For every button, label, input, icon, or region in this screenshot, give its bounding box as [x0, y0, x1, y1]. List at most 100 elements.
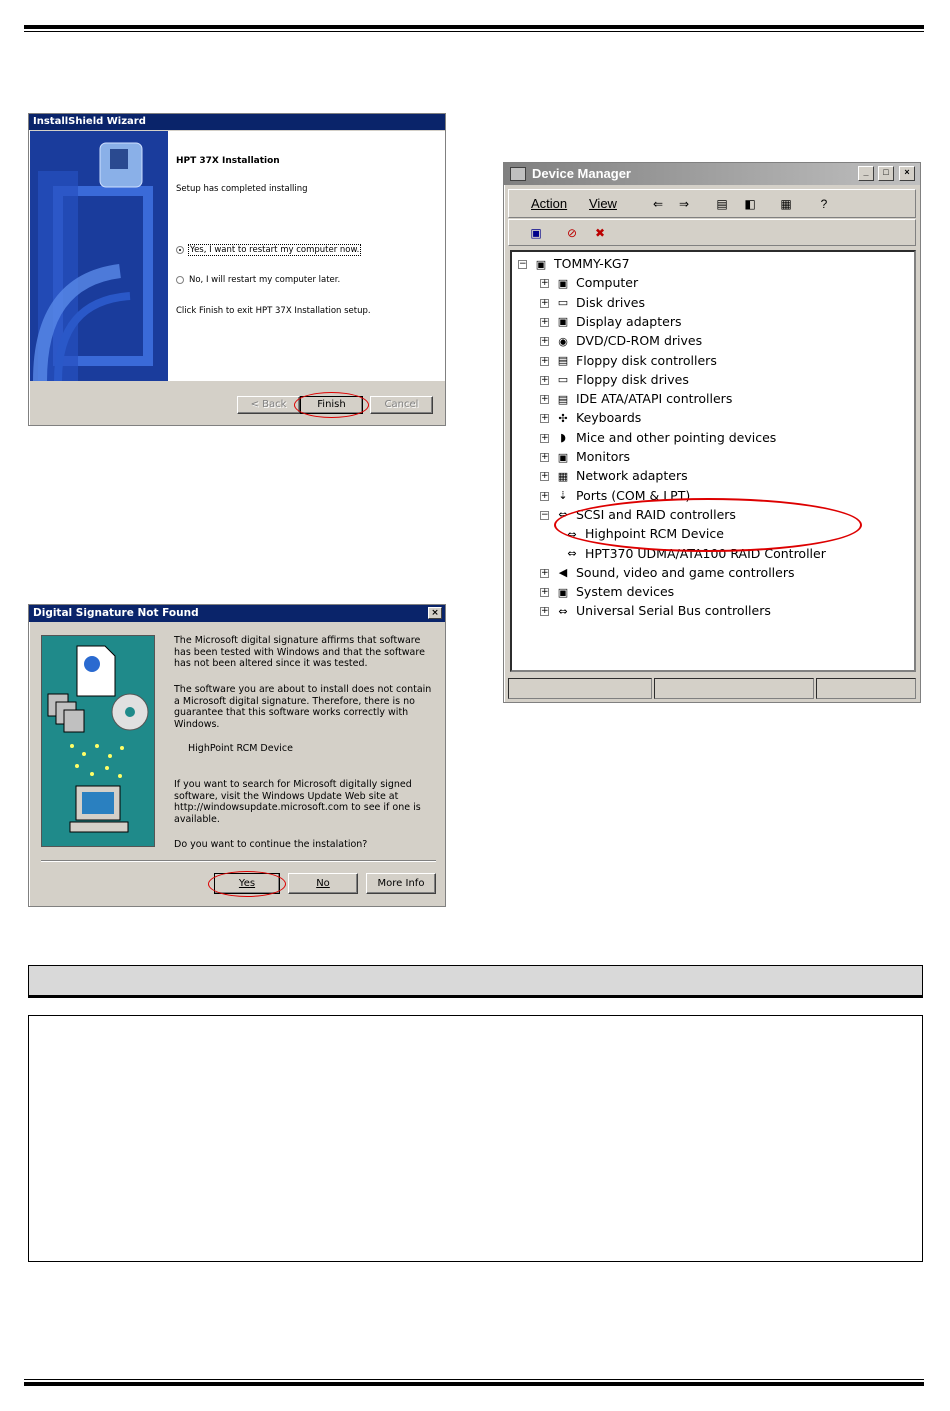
console-tree-icon[interactable]: ◧ — [741, 196, 759, 212]
digsig-device-name: HighPoint RCM Device — [188, 743, 293, 754]
device-manager-window: Device Manager _ □ × Action View ⇐ ⇒ ▤ ◧… — [503, 162, 921, 703]
expand-icon[interactable]: + — [540, 395, 549, 405]
radio-restart-later[interactable]: No, I will restart my computer later. — [176, 275, 340, 285]
tree-item-label: System devices — [576, 584, 675, 600]
expand-icon[interactable]: + — [540, 414, 549, 424]
tree-item-label: Network adapters — [576, 468, 688, 484]
cancel-button[interactable]: Cancel — [370, 396, 433, 414]
digsig-question: Do you want to continue the instalation? — [174, 839, 368, 850]
usb-icon: ⇔ — [558, 604, 568, 618]
tree-item-label: IDE ATA/ATAPI controllers — [576, 391, 733, 407]
network-adapter-icon: ▦ — [557, 469, 569, 483]
device-tree[interactable]: − ▣ TOMMY-KG7 + ▣ Computer + ▭ Disk drives + ▣ Disp… — [510, 250, 916, 672]
section-header-band — [28, 965, 923, 998]
tree-category-item[interactable]: + ⇔ Universal Serial Bus controllers — [540, 602, 771, 620]
tree-category-item[interactable]: + ✣ Keyboards — [540, 409, 641, 427]
expand-icon[interactable]: + — [540, 607, 549, 617]
cancel-button-label: Cancel — [384, 399, 419, 410]
tree-category-item[interactable]: + ▤ IDE ATA/ATAPI controllers — [540, 390, 732, 408]
top-rule — [24, 25, 924, 29]
collapse-icon[interactable]: − — [518, 260, 527, 269]
expand-icon[interactable]: + — [540, 356, 549, 366]
tree-category-item[interactable]: + ◉ DVD/CD-ROM drives — [540, 332, 702, 350]
digsig-paragraph-1: The Microsoft digital signature affirms … — [174, 635, 425, 669]
digsig-titlebar: Digital Signature Not Found × — [29, 605, 445, 622]
menu-view[interactable]: View — [589, 196, 617, 211]
scan-hardware-icon[interactable]: ▣ — [527, 225, 545, 241]
tree-root[interactable]: − ▣ TOMMY-KG7 — [518, 255, 630, 273]
more-info-button-label: More Info — [377, 878, 425, 889]
expand-icon[interactable]: + — [540, 453, 549, 462]
digsig-separator — [41, 860, 436, 862]
tree-category-item[interactable]: + ▦ Network adapters — [540, 467, 688, 485]
monitor-icon: ▣ — [557, 450, 569, 464]
devmgr-titlebar: Device Manager _ □ × — [504, 163, 920, 185]
computer-icon: ▣ — [557, 276, 569, 290]
radio-restart-later-button[interactable] — [176, 275, 184, 284]
display-adapter-icon: ▣ — [557, 315, 569, 329]
tree-category-item[interactable]: + ▣ Monitors — [540, 448, 630, 466]
expand-icon[interactable]: + — [540, 298, 549, 308]
devmgr-close-button[interactable]: × — [899, 166, 915, 181]
expand-icon[interactable]: + — [540, 588, 549, 598]
tree-category-item[interactable]: + ▣ Computer — [540, 274, 638, 292]
close-button[interactable]: × — [428, 607, 442, 619]
tree-category-item[interactable]: + ◀ Sound, video and game controllers — [540, 564, 795, 582]
expand-icon[interactable]: + — [540, 472, 549, 482]
close-icon: × — [431, 608, 439, 618]
tree-category-item[interactable]: + ▤ Floppy disk controllers — [540, 352, 717, 370]
raid-highlight-oval — [554, 497, 862, 552]
tree-category-item[interactable]: + ▭ Floppy disk drives — [540, 371, 689, 389]
minimize-button[interactable]: _ — [858, 166, 874, 181]
system-device-icon: ▣ — [557, 585, 569, 599]
expand-icon[interactable]: + — [540, 491, 549, 501]
no-button[interactable]: No — [288, 873, 358, 894]
finish-highlight-oval — [294, 392, 369, 418]
back-arrow-icon[interactable]: ⇐ — [649, 196, 667, 212]
disk-drive-icon: ▭ — [557, 296, 569, 310]
uninstall-device-icon[interactable]: ✖ — [591, 225, 609, 241]
collapse-icon[interactable]: − — [540, 510, 549, 520]
folder-icon[interactable]: ▤ — [713, 196, 731, 212]
digsig-paragraph-2: The software you are about to install do… — [174, 684, 432, 730]
bottom-rule — [24, 1382, 924, 1386]
expand-icon[interactable]: + — [540, 337, 549, 347]
expand-icon[interactable]: + — [540, 433, 549, 443]
disable-device-icon[interactable]: ⊘ — [563, 225, 581, 241]
floppy-controller-icon: ▤ — [557, 354, 569, 367]
menu-action[interactable]: Action — [531, 196, 567, 211]
tree-item-label: Floppy disk drives — [576, 371, 689, 387]
mouse-icon: ◗ — [560, 431, 566, 445]
expand-icon[interactable]: + — [540, 279, 549, 289]
tree-category-item[interactable]: + ▭ Disk drives — [540, 294, 645, 312]
tree-item-label: Keyboards — [576, 410, 642, 426]
tree-category-item[interactable]: + ▣ Display adapters — [540, 313, 681, 331]
expand-icon[interactable]: + — [540, 375, 549, 385]
radio-restart-now[interactable]: Yes, I want to restart my computer now. — [176, 244, 362, 256]
ide-controller-icon: ▤ — [557, 392, 569, 406]
scsi-device-icon: ⇔ — [567, 547, 577, 560]
maximize-button[interactable]: □ — [878, 166, 894, 181]
help-icon[interactable]: ? — [815, 196, 833, 212]
expand-icon[interactable]: + — [540, 317, 549, 327]
devmgr-window-icon — [510, 167, 526, 181]
wizard-title: InstallShield Wizard — [29, 114, 445, 130]
properties-icon[interactable]: ▦ — [777, 196, 795, 212]
keyboard-icon: ✣ — [558, 411, 568, 425]
tree-item-label: Mice and other pointing devices — [576, 429, 777, 445]
tree-category-item[interactable]: + ◗ Mice and other pointing devices — [540, 429, 776, 447]
tree-item-label: Monitors — [576, 449, 631, 464]
more-info-button[interactable]: More Info — [366, 873, 436, 894]
status-pane-3 — [816, 678, 916, 699]
expand-icon[interactable]: + — [540, 568, 549, 578]
bottom-rule-thin — [24, 1379, 924, 1380]
digsig-artwork-graphic — [42, 636, 154, 846]
digsig-title: Digital Signature Not Found — [33, 607, 199, 619]
top-rule-thin — [24, 31, 924, 32]
tree-category-item[interactable]: + ▣ System devices — [540, 583, 674, 601]
back-button[interactable]: < Back — [237, 396, 300, 414]
forward-arrow-icon[interactable]: ⇒ — [675, 196, 693, 212]
radio-restart-now-button[interactable] — [176, 245, 184, 254]
tree-item-label: Computer — [576, 275, 639, 291]
wizard-side-artwork — [30, 131, 168, 381]
